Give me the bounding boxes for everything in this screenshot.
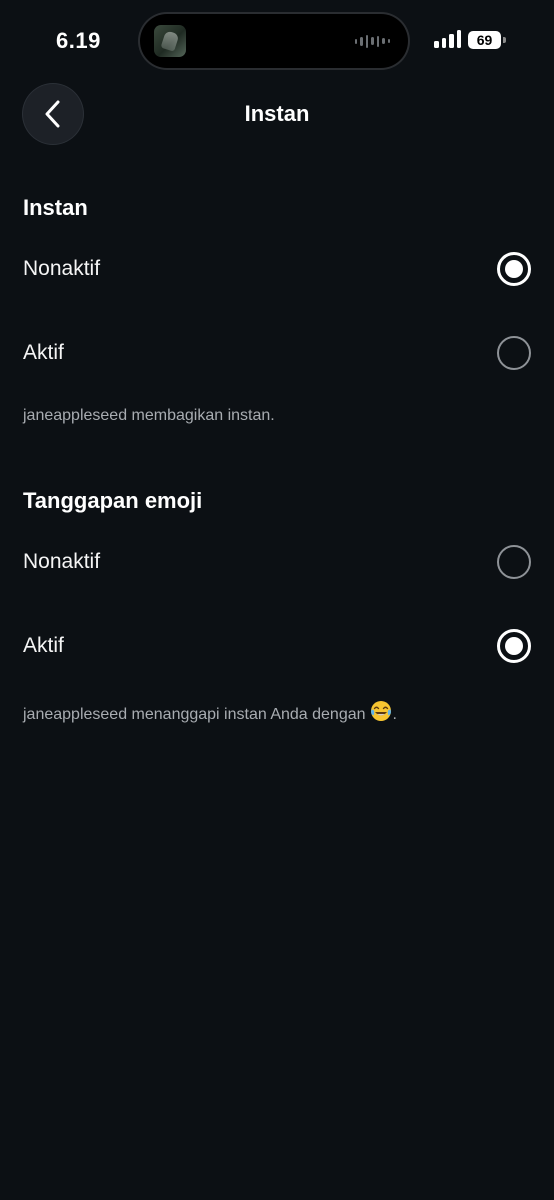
option-emoji-nonaktif[interactable]: Nonaktif — [0, 532, 554, 592]
radio-selected-icon[interactable] — [497, 252, 531, 286]
page-title: Instan — [244, 101, 310, 126]
section-title-instan: Instan — [23, 195, 88, 220]
option-instan-aktif[interactable]: Aktif — [0, 323, 554, 383]
signal-bars-icon — [434, 30, 461, 48]
option-label: Aktif — [23, 341, 64, 364]
dynamic-island[interactable] — [140, 14, 408, 68]
caption-emoji: janeappleseed menanggapi instan Anda den… — [23, 700, 397, 727]
option-label: Nonaktif — [23, 257, 101, 280]
caption-instan: janeappleseed membagikan instan. — [23, 407, 275, 424]
battery-icon: 69 — [468, 31, 506, 49]
option-emoji-aktif[interactable]: Aktif — [0, 616, 554, 676]
caption-text: janeappleseed menanggapi instan Anda den… — [23, 706, 366, 723]
caption-end: . — [392, 706, 397, 723]
option-label: Nonaktif — [23, 550, 101, 573]
section-title-tanggapan-emoji: Tanggapan emoji — [23, 488, 203, 513]
screen: 6.19 69 Instan Instan Nonaktif Aktif jan… — [0, 0, 554, 1200]
status-time: 6.19 — [56, 28, 101, 53]
option-label: Aktif — [23, 634, 64, 657]
album-art-thumbnail — [154, 25, 186, 57]
radio-unselected-icon[interactable] — [497, 336, 531, 370]
radio-selected-icon[interactable] — [497, 629, 531, 663]
face-with-tears-of-joy-emoji — [370, 700, 392, 727]
option-instan-nonaktif[interactable]: Nonaktif — [0, 239, 554, 299]
radio-unselected-icon[interactable] — [497, 545, 531, 579]
audio-waveform-icon — [354, 34, 390, 48]
